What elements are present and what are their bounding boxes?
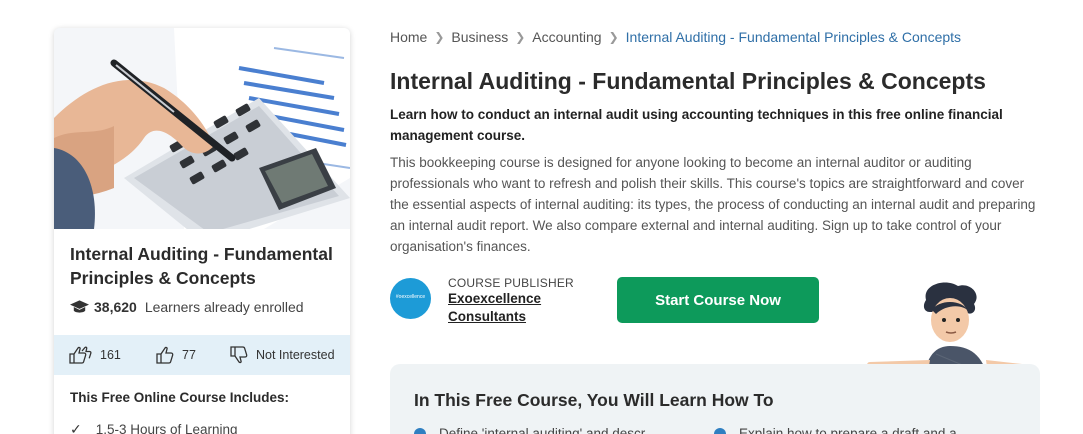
learn-outcomes-panel: In This Free Course, You Will Learn How … xyxy=(390,364,1040,434)
includes-title: This Free Online Course Includes: xyxy=(70,390,290,405)
reactions-bar: 161 77 Not Interested xyxy=(54,335,350,375)
course-thumbnail xyxy=(54,28,350,229)
thumbs-down-icon xyxy=(230,346,248,364)
likes-count: 161 xyxy=(100,348,121,362)
learn-outcome-text: Explain how to prepare a draft and a... xyxy=(739,426,968,434)
publisher-label: COURSE PUBLISHER xyxy=(448,276,574,290)
not-interested-label: Not Interested xyxy=(256,348,335,362)
enrolled-info: 38,620 Learners already enrolled xyxy=(70,299,304,315)
card-course-title: Internal Auditing - Fundamental Principl… xyxy=(70,244,333,288)
publisher-name-link[interactable]: Exoexcellence Consultants xyxy=(448,291,541,324)
publisher-name-line2: Consultants xyxy=(448,309,527,324)
chevron-right-icon: ❯ xyxy=(608,30,619,44)
breadcrumb-business[interactable]: Business xyxy=(451,29,508,45)
thumbs-up-button[interactable]: 77 xyxy=(156,346,196,364)
learn-outcome-item: Explain how to prepare a draft and a... xyxy=(714,426,968,434)
course-description: This bookkeeping course is designed for … xyxy=(390,155,1036,254)
learn-outcome-item: Define 'internal auditing' and descr... xyxy=(414,426,656,434)
breadcrumb-accounting[interactable]: Accounting xyxy=(532,29,601,45)
thumbs-up-icon xyxy=(156,346,174,364)
course-publisher: #oexcellence COURSE PUBLISHER Exoexcelle… xyxy=(390,276,574,326)
like-button[interactable]: 161 xyxy=(68,346,121,364)
enrolled-label: Learners already enrolled xyxy=(144,299,304,315)
publisher-logo-text: #oexcellence xyxy=(395,294,426,300)
breadcrumb: Home ❯ Business ❯ Accounting ❯ Internal … xyxy=(390,29,961,45)
check-circle-icon xyxy=(414,427,426,434)
course-subtitle: Learn how to conduct an internal audit u… xyxy=(390,107,1003,143)
chevron-right-icon: ❯ xyxy=(434,30,445,44)
double-thumbs-up-icon xyxy=(69,346,92,364)
publisher-logo[interactable]: #oexcellence xyxy=(390,278,431,319)
learn-outcome-text: Define 'internal auditing' and descr... xyxy=(439,426,656,434)
learn-outcomes-title: In This Free Course, You Will Learn How … xyxy=(414,390,774,410)
check-icon: ✓ xyxy=(70,421,82,434)
course-card: Internal Auditing - Fundamental Principl… xyxy=(54,28,350,434)
graduation-cap-icon xyxy=(70,300,89,313)
includes-item: ✓ 1.5-3 Hours of Learning xyxy=(70,421,238,434)
start-course-button[interactable]: Start Course Now xyxy=(617,277,819,323)
publisher-name-line1: Exoexcellence xyxy=(448,291,542,306)
thumbs-up-count: 77 xyxy=(182,348,196,362)
page-title: Internal Auditing - Fundamental Principl… xyxy=(390,68,986,94)
not-interested-button[interactable]: Not Interested xyxy=(230,346,335,364)
enrolled-count: 38,620 xyxy=(94,299,137,315)
chevron-right-icon: ❯ xyxy=(515,30,526,44)
breadcrumb-current[interactable]: Internal Auditing - Fundamental Principl… xyxy=(626,29,961,45)
includes-item-label: 1.5-3 Hours of Learning xyxy=(95,422,238,434)
check-circle-icon xyxy=(714,427,726,434)
breadcrumb-home[interactable]: Home xyxy=(390,29,427,45)
